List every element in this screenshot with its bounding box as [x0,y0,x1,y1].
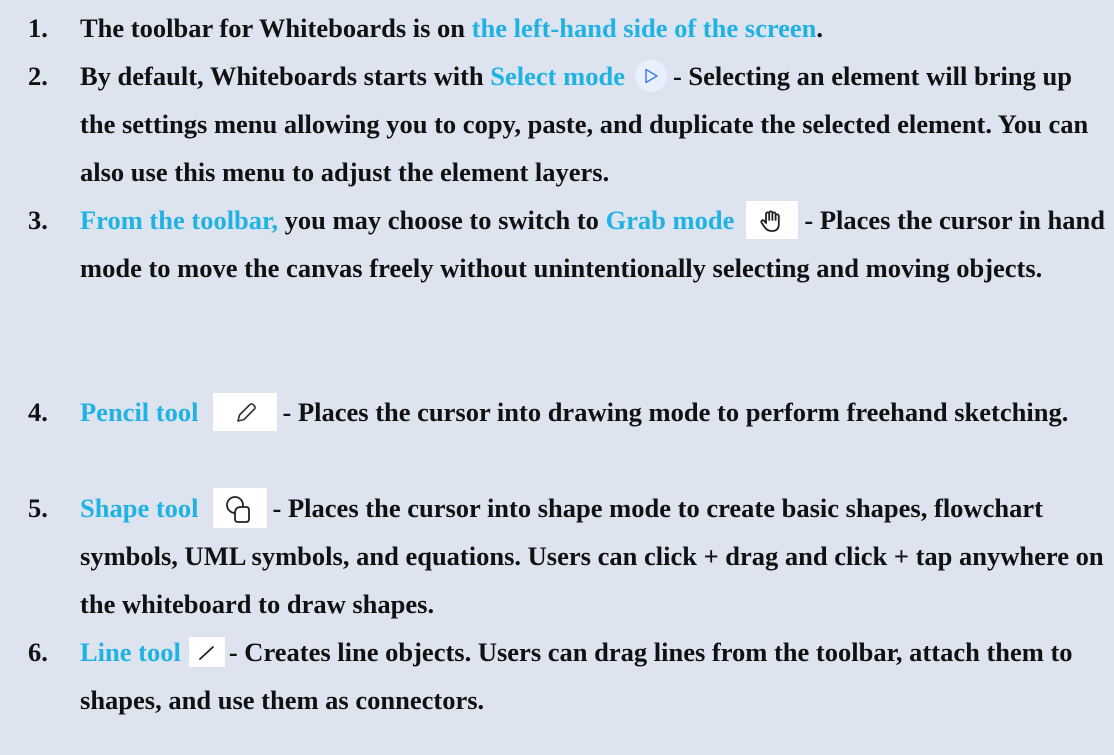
step-4: 4. Pencil tool - Places the cursor into d… [28,388,1108,436]
step-text: From the toolbar, you may choose to swit… [28,196,1108,292]
step-text-after: - Creates line objects. Users can drag l… [80,637,1073,715]
step-text-before: The toolbar for Whiteboards is on [80,13,472,43]
step-text: Line tool - Creates line objects. Users c… [28,628,1108,724]
step-5: 5. Shape tool - Places the cursor into sh… [28,484,1108,628]
highlight-text: Grab mode [605,205,735,235]
highlight-text: Select mode [490,61,625,91]
instruction-document: 1. The toolbar for Whiteboards is on the… [0,0,1114,755]
line-icon [188,636,225,667]
step-text-after: . [816,13,824,43]
step-2: 2. By default, Whiteboards starts with S… [28,52,1108,196]
step-number: 6. [28,637,48,667]
highlight-text: Line tool [80,637,181,667]
step-text: Shape tool - Places the cursor into shape… [28,484,1108,628]
highlight-text: Shape tool [80,493,199,523]
step-text: By default, Whiteboards starts with Sele… [28,52,1108,196]
step-text-before: you may choose to switch to [278,205,606,235]
step-text-before: By default, Whiteboards starts with [80,61,491,91]
step-text-after: - Places the cursor into drawing mode to… [282,397,1069,427]
hand-icon [746,200,799,239]
step-3: 3. From the toolbar, you may choose to s… [28,196,1108,292]
step-text: The toolbar for Whiteboards is on the le… [28,4,1108,52]
highlight-text: From the toolbar, [80,205,278,235]
step-6: 6. Line tool - Creates line objects. User… [28,628,1108,724]
pencil-icon [212,392,277,431]
step-1: 1. The toolbar for Whiteboards is on the… [28,4,1108,52]
cursor-arrow-icon [634,59,667,92]
step-number: 1. [28,13,48,43]
highlight-text: Pencil tool [80,397,199,427]
step-number: 2. [28,61,48,91]
step-text: Pencil tool - Places the cursor into draw… [28,388,1108,436]
step-number: 4. [28,397,48,427]
highlight-text: the left-hand side of the screen [471,13,817,43]
step-number: 5. [28,493,48,523]
step-number: 3. [28,205,48,235]
shapes-icon [212,487,267,528]
